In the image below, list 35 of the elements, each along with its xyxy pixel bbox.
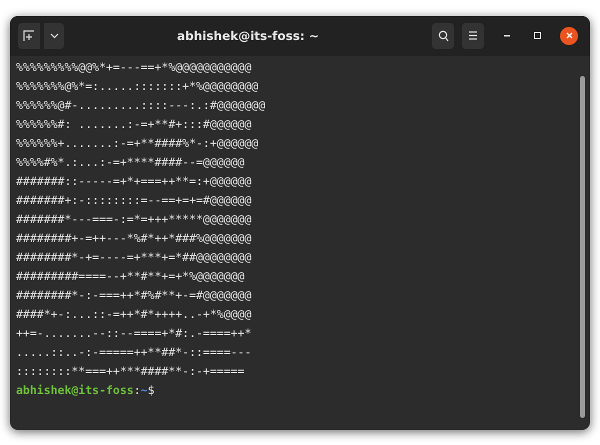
terminal-line: %%%%%%#: .......:-=+**#+:::#@@@@@@ [16, 116, 252, 132]
terminal-line: %%%%%%+.......:-=+**####%*-:+@@@@@@ [16, 134, 258, 152]
terminal-line: ::::::::**===++***####**-:-+===== [16, 362, 244, 380]
terminal-line: #######::-----=+*+===++**=:+@@@@@@ [16, 172, 252, 190]
terminal-line: %%%%#%*.:...:-=+****####--=@@@@@@ [16, 154, 244, 170]
terminal-line: #######*---===-:=*=+++*****@@@@@@@ [16, 210, 252, 228]
terminal-line: ########+-=++---*%#*++*###%@@@@@@@ [16, 230, 252, 246]
scrollbar-thumb[interactable] [580, 76, 585, 418]
dropdown-button[interactable] [44, 22, 64, 48]
menu-icon [468, 31, 478, 40]
new-tab-button[interactable] [18, 22, 40, 48]
new-tab-icon [23, 30, 35, 42]
close-button[interactable] [560, 26, 578, 44]
window-title: abhishek@its-foss: ~ [177, 28, 319, 44]
prompt-path: ~ [140, 382, 148, 398]
terminal-line: ########*-+=----=+***+=*##@@@@@@@@ [16, 248, 252, 266]
terminal-line: ++=-.......--::--====+*#:.-====++* [16, 324, 252, 342]
menu-button[interactable] [462, 22, 484, 48]
minimize-icon [504, 34, 510, 36]
search-icon [438, 30, 448, 42]
terminal-line: .....::..-:-=====++**##*-::====--- [16, 344, 252, 360]
prompt-separator: : [134, 382, 141, 398]
prompt-symbol: $ [148, 382, 155, 398]
close-icon [566, 32, 572, 39]
terminal-line: ########*-:-===++*#%#**+-=#@@@@@@@ [16, 286, 252, 304]
terminal-line: #######+:-::::::::=--==+=+=#@@@@@@ [16, 192, 252, 208]
terminal-line: %%%%%%%@%*=:.....:::::::+*%@@@@@@@@ [16, 78, 258, 94]
search-button[interactable] [432, 22, 454, 48]
terminal-line: #########====--+**#**+=+*%@@@@@@@ [16, 268, 244, 284]
maximize-icon [534, 32, 540, 39]
terminal-line: %%%%%%@#-.........::::---:.:#@@@@@@@ [16, 96, 266, 114]
terminal-line: %%%%%%%%%@@%*+=---==+*%@@@@@@@@@@@ [16, 58, 252, 76]
terminal-line: ####*+-:...::-=++*#*++++..-+*%@@@@ [16, 306, 252, 322]
prompt-user-host: abhishek@its-foss [16, 382, 134, 398]
chevron-down-icon [50, 32, 58, 38]
